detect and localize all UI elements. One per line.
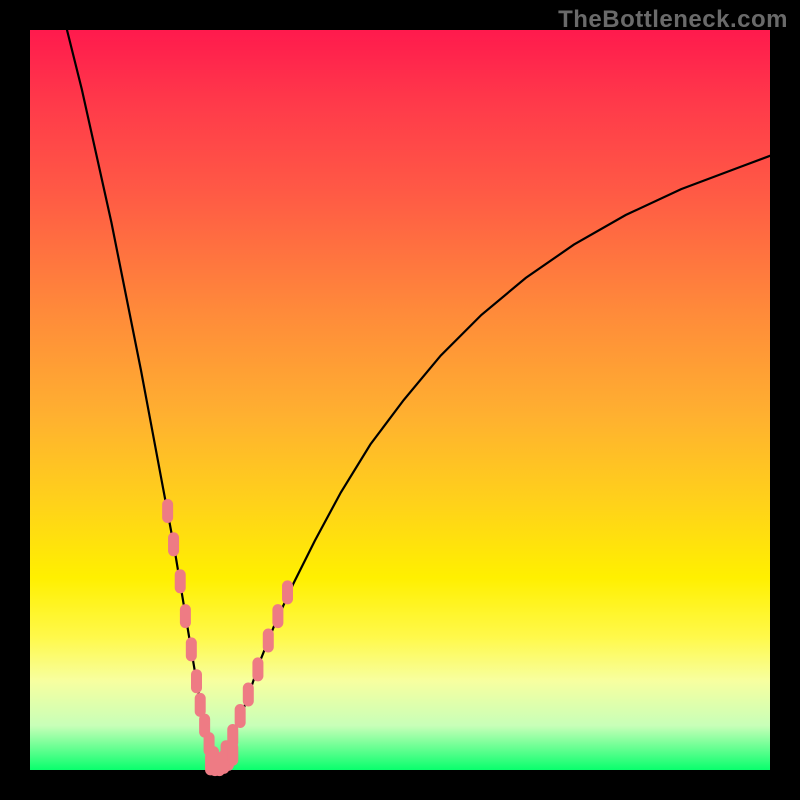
curve-marker	[252, 657, 263, 681]
curve-marker	[263, 629, 274, 653]
curve-marker	[168, 532, 179, 556]
marker-group	[162, 499, 293, 776]
curve-marker	[191, 669, 202, 693]
curve-marker	[243, 683, 254, 707]
right-arm-curve	[216, 156, 770, 764]
curve-layer	[30, 30, 770, 770]
curve-marker	[186, 637, 197, 661]
curve-marker	[195, 693, 206, 717]
curve-marker	[272, 604, 283, 628]
chart-frame: TheBottleneck.com	[0, 0, 800, 800]
curve-marker	[227, 742, 238, 766]
curve-marker	[180, 604, 191, 628]
curve-marker	[282, 580, 293, 604]
curve-marker	[235, 704, 246, 728]
curve-marker	[162, 499, 173, 523]
curve-marker	[175, 569, 186, 593]
